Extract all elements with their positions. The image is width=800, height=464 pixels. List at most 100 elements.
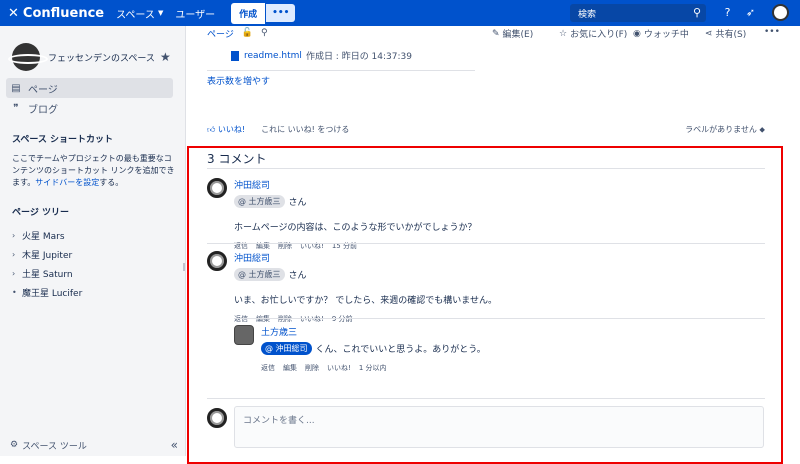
tree-item[interactable]: › 土星 Saturn (12, 264, 185, 283)
tree-item[interactable]: • 魔王星 Lucifer (12, 283, 185, 302)
comment-body: 土方歳三 @ 沖田総司 くん、これでいいと思うよ。ありがとう。 返信 編集 削除 いいね… (261, 325, 761, 373)
delete-link[interactable]: 削除 (278, 314, 292, 324)
file-icon (231, 50, 239, 61)
breadcrumb-pages[interactable]: ページ (207, 27, 234, 40)
more-actions-button[interactable]: ••• (764, 27, 780, 37)
space-header: フェッセンデンのスペース ★ (0, 26, 185, 78)
rocket-icon[interactable]: ➶ (743, 5, 758, 20)
configure-sidebar-link[interactable]: サイドバーを設定 (35, 178, 99, 187)
page-icon: ▤ (11, 82, 21, 94)
lock-icon[interactable]: 🔓 (242, 28, 253, 38)
reply-link[interactable]: 返信 (261, 363, 275, 373)
help-icon[interactable]: ? (720, 5, 735, 20)
delete-link[interactable]: 削除 (305, 363, 319, 373)
main-content: ページ 🔓 ⚲ ✎ 編集(E) ☆ お気に入り(F) ◉ ウォッチ中 ⋖ 共有(S) •… (187, 26, 800, 464)
tree-item-label[interactable]: 魔王星 Lucifer (22, 286, 82, 299)
comment-timestamp[interactable]: 9 分前 (332, 314, 353, 324)
sidebar-item-pages[interactable]: ▤ ページ (6, 78, 173, 98)
mention-line: @ 土方歳三 さん (234, 268, 764, 281)
labels-status: ラベルがありません ⬥ (685, 124, 765, 135)
share-icon: ⋖ (705, 28, 713, 39)
edit-link[interactable]: 編集 (256, 314, 270, 324)
divider (207, 70, 475, 71)
like-link[interactable]: いいね! (327, 363, 351, 373)
comment-text: いま、お忙しいですか？ でしたら、来週の確認でも構いません。 (234, 296, 497, 306)
tree-item[interactable]: › 火星 Mars (12, 226, 185, 245)
edit-link[interactable]: 編集 (283, 363, 297, 373)
spaces-label: スペース (116, 9, 155, 21)
watch-button[interactable]: ◉ ウォッチ中 (633, 27, 689, 41)
space-name[interactable]: フェッセンデンのスペース (48, 51, 160, 64)
user-mention[interactable]: @ 土方歳三 (234, 195, 285, 208)
sidebar-resize-handle[interactable]: ‖ (182, 262, 186, 271)
chevron-right-icon[interactable]: › (12, 269, 22, 278)
like-button[interactable]: 👍︎ いいね! (207, 124, 245, 135)
search-input[interactable]: 検索 ⚲ (570, 4, 706, 22)
comment-body: 沖田総司 @ 土方歳三 さん いま、お忙しいですか？ でしたら、来週の確認でも構い… (234, 251, 764, 324)
mention-suffix: さん (288, 198, 307, 208)
star-outline-icon: ☆ (559, 28, 568, 39)
space-logo[interactable] (8, 43, 48, 71)
tree-item-label[interactable]: 土星 Saturn (22, 267, 73, 280)
mention-line: @ 土方歳三 さん (234, 195, 764, 208)
collapse-sidebar-icon[interactable]: « (171, 438, 178, 452)
chevron-right-icon[interactable]: › (12, 231, 22, 240)
chevron-down-icon: ▼ (157, 9, 164, 17)
comment-author[interactable]: 沖田総司 (234, 181, 270, 191)
divider (207, 168, 765, 169)
space-tools[interactable]: ⚙ スペース ツール « (10, 438, 178, 452)
divider (207, 398, 765, 399)
thumbs-up-icon: 👍︎ (207, 125, 216, 134)
sidebar-item-blog[interactable]: ❞ ブログ (0, 98, 185, 118)
avatar[interactable] (207, 178, 227, 198)
attachment-link[interactable]: readme.html (244, 51, 302, 61)
spaces-menu[interactable]: スペース ▼ (116, 6, 163, 21)
people-label: ユーザー (175, 9, 216, 21)
comment-actions: 返信 編集 削除 いいね! 9 分前 (234, 314, 764, 324)
favorite-label: お気に入り(F) (570, 30, 628, 40)
avatar (207, 408, 227, 428)
attachment-icon[interactable]: ⚲ (261, 28, 268, 38)
avatar[interactable] (207, 251, 227, 271)
tree-item-label[interactable]: 木星 Jupiter (22, 248, 72, 261)
comment-author[interactable]: 沖田総司 (234, 254, 270, 264)
create-more-button[interactable]: ••• (266, 4, 296, 22)
avatar[interactable] (234, 325, 254, 345)
page-tree-heading: ページ ツリー (12, 208, 69, 218)
shortcuts-description: ここでチームやプロジェクトの最も重要なコンテンツのショートカット リンクを追加で… (12, 153, 176, 189)
confluence-logo-icon: ✕ (8, 5, 19, 21)
comment-author[interactable]: 土方歳三 (261, 328, 297, 338)
people-menu[interactable]: ユーザー (175, 6, 215, 21)
show-more-link[interactable]: 表示数を増やす (207, 74, 270, 87)
user-mention[interactable]: @ 土方歳三 (234, 268, 285, 281)
sidebar-item-label: ページ (28, 84, 58, 96)
edit-button[interactable]: ✎ 編集(E) (492, 27, 534, 41)
like-prompt: これに いいね! をつける (261, 125, 350, 134)
comment-input[interactable]: コメントを書く... (234, 406, 764, 448)
star-icon[interactable]: ★ (160, 50, 171, 64)
confluence-logo[interactable]: ✕ Confluence (8, 6, 104, 21)
gear-icon: ⚙ (10, 440, 19, 450)
tree-item-label[interactable]: 火星 Mars (22, 229, 65, 242)
share-button[interactable]: ⋖ 共有(S) (705, 27, 746, 41)
edit-label: 編集(E) (502, 30, 534, 40)
eye-icon: ◉ (633, 28, 641, 39)
like-link[interactable]: いいね! (300, 314, 324, 324)
search-icon[interactable]: ⚲ (693, 6, 701, 19)
reply-link[interactable]: 返信 (234, 314, 248, 324)
user-mention[interactable]: @ 沖田総司 (261, 342, 312, 355)
like-label: いいね! (217, 125, 246, 134)
create-button[interactable]: 作成 (231, 2, 266, 24)
divider (207, 243, 765, 244)
user-avatar[interactable] (772, 4, 789, 21)
tag-icon[interactable]: ⬥ (759, 125, 765, 134)
attachment-item: readme.html 作成日 : 昨日の 14:37:39 (231, 49, 412, 62)
comment-timestamp[interactable]: 1 分以内 (359, 363, 387, 373)
top-navigation: ✕ Confluence スペース ▼ ユーザー 作成 ••• 検索 ⚲ ? ➶ (0, 0, 800, 26)
chevron-right-icon[interactable]: › (12, 250, 22, 259)
tree-item[interactable]: › 木星 Jupiter (12, 245, 185, 264)
page-tree: › 火星 Mars › 木星 Jupiter › 土星 Saturn • 魔王星 Luc… (12, 226, 185, 302)
favorite-button[interactable]: ☆ お気に入り(F) (559, 27, 628, 41)
shortcuts-heading: スペース ショートカット (12, 135, 114, 145)
logo-text: Confluence (22, 5, 105, 21)
